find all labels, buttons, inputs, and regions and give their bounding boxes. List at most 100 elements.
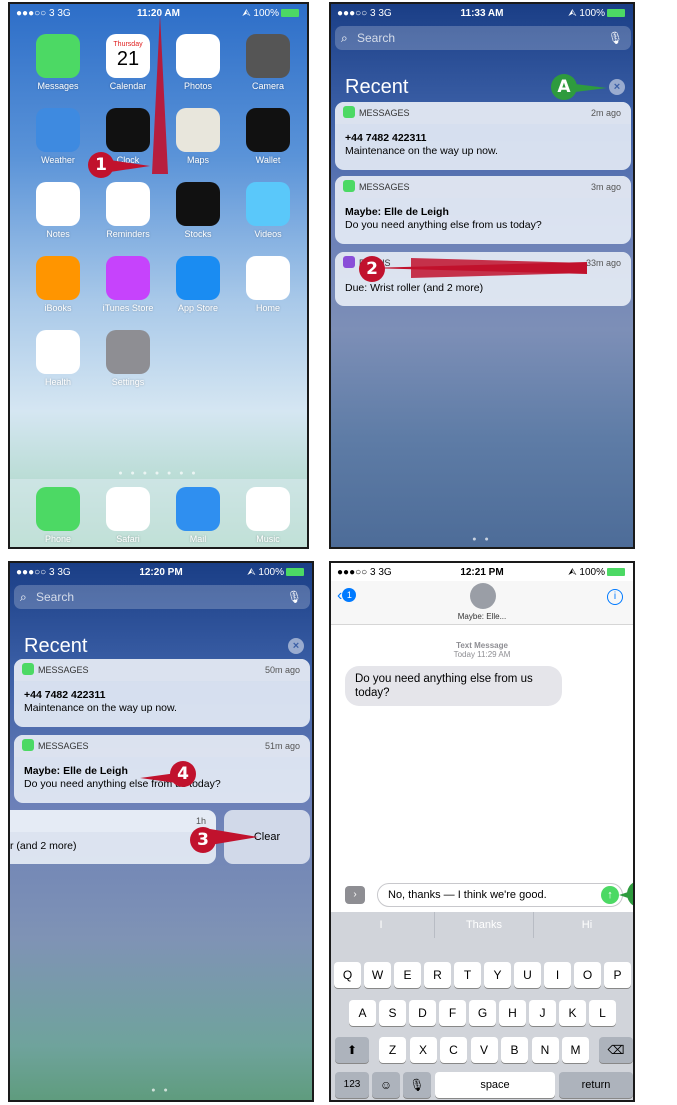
key-m[interactable]: M xyxy=(562,1037,589,1063)
key-x[interactable]: X xyxy=(409,1037,437,1063)
key-n[interactable]: N xyxy=(531,1037,559,1063)
key-y[interactable]: Y xyxy=(484,962,511,988)
app-health[interactable]: Health xyxy=(28,330,88,387)
messages-icon xyxy=(22,663,34,675)
key-r[interactable]: R xyxy=(424,962,451,988)
app-store-icon xyxy=(176,256,220,300)
prediction-3[interactable]: Hi xyxy=(537,912,633,938)
notification-card[interactable]: MESSAGES 50m ago +44 7482 422311 Maintenan… xyxy=(14,659,310,727)
app-weather[interactable]: Weather xyxy=(28,108,88,165)
notification-card-swiped[interactable]: 1h r (and 2 more) xyxy=(10,810,216,864)
key-e[interactable]: E xyxy=(394,962,421,988)
dock-app-safari[interactable]: Safari xyxy=(98,487,158,544)
space-key[interactable]: space xyxy=(435,1072,555,1098)
app-label: Health xyxy=(44,377,71,387)
key-t[interactable]: T xyxy=(454,962,481,988)
return-key[interactable]: return xyxy=(559,1072,633,1098)
app-wallet[interactable]: Wallet xyxy=(238,108,298,165)
contact-name[interactable]: Maybe: Elle... xyxy=(331,612,633,621)
search-icon: ⌕ xyxy=(341,31,348,45)
app-home[interactable]: Home xyxy=(238,256,298,313)
search-field[interactable]: ⌕ Search 🎙 xyxy=(335,26,631,50)
app-label: Messages xyxy=(37,81,79,91)
key-h[interactable]: H xyxy=(499,1000,526,1026)
key-l[interactable]: L xyxy=(589,1000,616,1026)
notification-card[interactable]: MESSAGES 3m ago Maybe: Elle de Leigh Do yo… xyxy=(335,176,631,244)
clear-all-icon[interactable]: × xyxy=(288,638,304,654)
page-indicator: ● ● xyxy=(151,1087,171,1094)
app-videos[interactable]: Videos xyxy=(238,182,298,239)
health-icon xyxy=(36,330,80,374)
prediction-2[interactable]: Thanks xyxy=(434,912,534,938)
app-settings[interactable]: Settings xyxy=(98,330,158,387)
app-label: Camera xyxy=(251,81,284,91)
emoji-key[interactable]: ☺ xyxy=(372,1072,400,1098)
dock-app-phone[interactable]: Phone xyxy=(28,487,88,544)
key-q[interactable]: Q xyxy=(334,962,361,988)
key-j[interactable]: J xyxy=(529,1000,556,1026)
app-itunes-store[interactable]: iTunes Store xyxy=(98,256,158,313)
apps-expand-button[interactable]: › xyxy=(345,886,365,904)
key-s[interactable]: S xyxy=(379,1000,406,1026)
app-camera[interactable]: Camera xyxy=(238,34,298,91)
app-messages[interactable]: Messages xyxy=(28,34,88,91)
keyboard: I Thanks Hi QWERTYUIOPASDFGHJKLZXCVBNM ⬆… xyxy=(331,912,633,1100)
microphone-icon[interactable]: 🎙 xyxy=(608,26,623,50)
notification-card[interactable]: MESSAGES 2m ago +44 7482 422311 Maintenanc… xyxy=(335,102,631,170)
search-field[interactable]: ⌕ Search 🎙 xyxy=(14,585,310,609)
app-reminders[interactable]: Reminders xyxy=(98,182,158,239)
dictation-key[interactable]: 🎙 xyxy=(403,1072,431,1098)
ibooks-icon xyxy=(36,256,80,300)
key-p[interactable]: P xyxy=(604,962,631,988)
key-d[interactable]: D xyxy=(409,1000,436,1026)
step-4-callout: 4 xyxy=(170,761,196,787)
avatar[interactable] xyxy=(470,583,496,609)
swipe-down-arrow xyxy=(152,14,168,174)
send-button[interactable]: ↑ xyxy=(601,886,619,904)
numbers-key[interactable]: 123 xyxy=(335,1072,369,1098)
status-bar: ●●●○○ 3 3G 12:20 PM ⮙ 100% xyxy=(10,563,312,581)
app-label: App Store xyxy=(177,303,219,313)
dock-app-music[interactable]: Music xyxy=(238,487,298,544)
shift-key[interactable]: ⬆ xyxy=(335,1037,369,1063)
app-label: Videos xyxy=(254,229,282,239)
app-ibooks[interactable]: iBooks xyxy=(28,256,88,313)
app-label: Stocks xyxy=(184,229,212,239)
callout-pointer xyxy=(110,160,150,172)
app-stocks[interactable]: Stocks xyxy=(168,182,228,239)
key-a[interactable]: A xyxy=(349,1000,376,1026)
app-app-store[interactable]: App Store xyxy=(168,256,228,313)
prediction-1[interactable]: I xyxy=(331,912,431,938)
app-label: iTunes Store xyxy=(102,303,154,313)
back-button[interactable]: ‹ 1 xyxy=(337,587,357,605)
backspace-key[interactable]: ⌫ xyxy=(599,1037,633,1063)
key-w[interactable]: W xyxy=(364,962,391,988)
key-f[interactable]: F xyxy=(439,1000,466,1026)
clear-all-icon[interactable]: × xyxy=(609,79,625,95)
step-2-callout: 2 xyxy=(359,256,385,282)
callout-b: B xyxy=(627,881,633,907)
key-o[interactable]: O xyxy=(574,962,601,988)
stocks-icon xyxy=(176,182,220,226)
key-z[interactable]: Z xyxy=(379,1037,406,1063)
app-label: Settings xyxy=(111,377,145,387)
focus-icon xyxy=(343,256,355,268)
notes-icon xyxy=(36,182,80,226)
key-i[interactable]: I xyxy=(544,962,571,988)
info-icon[interactable]: i xyxy=(607,589,623,605)
key-g[interactable]: G xyxy=(469,1000,496,1026)
app-label: Notes xyxy=(46,229,70,239)
key-k[interactable]: K xyxy=(559,1000,586,1026)
key-c[interactable]: C xyxy=(440,1037,467,1063)
microphone-icon[interactable]: 🎙 xyxy=(287,585,302,609)
key-v[interactable]: V xyxy=(470,1037,498,1063)
key-u[interactable]: U xyxy=(514,962,541,988)
message-input[interactable]: No, thanks — I think we're good. xyxy=(377,883,623,907)
app-label: Safari xyxy=(116,534,140,544)
dock-app-mail[interactable]: Mail xyxy=(168,487,228,544)
home-icon xyxy=(246,256,290,300)
key-b[interactable]: B xyxy=(501,1037,528,1063)
received-message-bubble: Do you need anything else from us today? xyxy=(345,666,562,706)
app-notes[interactable]: Notes xyxy=(28,182,88,239)
messages-icon xyxy=(36,34,80,78)
